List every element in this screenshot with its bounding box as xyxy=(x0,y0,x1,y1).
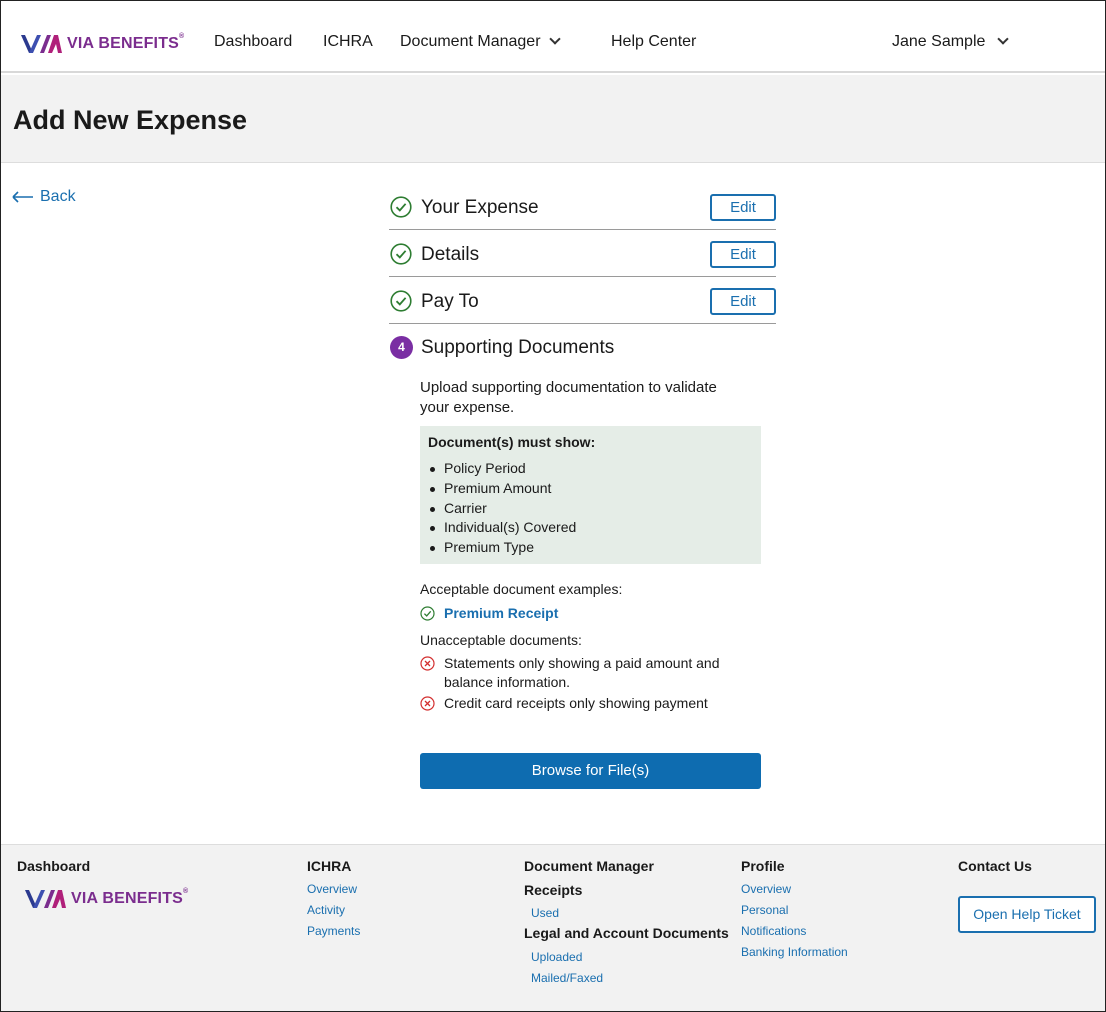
footer-col-document-manager: Document Manager Receipts Used Legal and… xyxy=(524,858,729,985)
page-frame: VIA BENEFITS® Dashboard ICHRA Document M… xyxy=(0,0,1106,1012)
requirement-item: Premium Type xyxy=(428,538,576,558)
footer-col-profile: Profile Overview Personal Notifications … xyxy=(741,858,848,959)
footer-link-overview[interactable]: Overview xyxy=(307,882,360,896)
step-pay-to: Pay To Edit xyxy=(389,277,776,324)
browse-files-button[interactable]: Browse for File(s) xyxy=(420,753,761,789)
step-number-badge: 4 xyxy=(390,336,413,359)
unacceptable-text: Credit card receipts only showing paymen… xyxy=(444,695,708,711)
nav-help-center[interactable]: Help Center xyxy=(611,33,696,51)
x-circle-icon xyxy=(420,696,435,711)
unacceptable-text: Statements only showing a paid amount an… xyxy=(444,655,720,690)
footer: Dashboard VIA BENEFITS® ICHRA Overview A… xyxy=(1,844,1105,1011)
step-your-expense: Your Expense Edit xyxy=(389,183,776,230)
via-logo-mark-icon xyxy=(21,35,62,53)
logo-text: VIA BENEFITS xyxy=(67,35,180,52)
footer-via-benefits-logo[interactable]: VIA BENEFITS® xyxy=(24,887,188,911)
back-link[interactable]: Back xyxy=(12,188,76,206)
footer-document-manager-heading: Document Manager xyxy=(524,858,654,874)
step-details: Details Edit xyxy=(389,230,776,277)
requirements-box: Document(s) must show: Policy Period Pre… xyxy=(420,426,761,564)
footer-link-mailed-faxed[interactable]: Mailed/Faxed xyxy=(531,971,729,985)
check-circle-icon xyxy=(390,196,412,218)
logo-text: VIA BENEFITS xyxy=(71,890,184,907)
check-circle-icon xyxy=(390,243,412,265)
footer-legal-heading: Legal and Account Documents xyxy=(524,925,729,941)
footer-profile-heading: Profile xyxy=(741,858,785,874)
footer-dashboard-heading[interactable]: Dashboard xyxy=(17,858,90,874)
acceptable-heading: Acceptable document examples: xyxy=(420,581,623,597)
user-menu[interactable]: Jane Sample xyxy=(892,33,1010,51)
step-label: Details xyxy=(421,244,480,265)
nav-document-manager[interactable]: Document Manager xyxy=(400,33,561,51)
arrow-left-icon xyxy=(12,191,33,203)
footer-contact-heading: Contact Us xyxy=(958,858,1032,874)
chevron-down-icon xyxy=(548,33,561,45)
requirement-item: Policy Period xyxy=(428,459,576,479)
edit-pay-to-button[interactable]: Edit xyxy=(710,288,776,315)
footer-col-dashboard: Dashboard xyxy=(17,858,90,874)
footer-link-uploaded[interactable]: Uploaded xyxy=(531,950,729,964)
check-circle-icon xyxy=(390,290,412,312)
requirement-item: Individual(s) Covered xyxy=(428,518,576,538)
unacceptable-item: Credit card receipts only showing paymen… xyxy=(420,694,708,713)
via-logo-mark-icon xyxy=(25,890,66,908)
unacceptable-item: Statements only showing a paid amount an… xyxy=(420,654,740,692)
unacceptable-heading: Unacceptable documents: xyxy=(420,632,582,648)
user-name: Jane Sample xyxy=(892,33,986,50)
nav-dashboard[interactable]: Dashboard xyxy=(214,33,292,51)
step-supporting-documents-label: Supporting Documents xyxy=(421,337,615,358)
chevron-down-icon xyxy=(997,33,1010,45)
footer-col-contact: Contact Us xyxy=(958,858,1032,874)
step-label: Your Expense xyxy=(421,197,539,218)
footer-col-ichra: ICHRA Overview Activity Payments xyxy=(307,858,360,938)
footer-link-payments[interactable]: Payments xyxy=(307,924,360,938)
edit-your-expense-button[interactable]: Edit xyxy=(710,194,776,221)
footer-link-activity[interactable]: Activity xyxy=(307,903,360,917)
requirement-item: Carrier xyxy=(428,499,576,519)
footer-link-banking[interactable]: Banking Information xyxy=(741,945,848,959)
x-circle-icon xyxy=(420,656,435,671)
via-benefits-logo[interactable]: VIA BENEFITS® xyxy=(20,32,184,56)
requirements-heading: Document(s) must show: xyxy=(428,434,596,450)
top-navigation: VIA BENEFITS® Dashboard ICHRA Document M… xyxy=(1,1,1105,73)
footer-receipts-heading: Receipts xyxy=(524,882,583,898)
requirements-list: Policy Period Premium Amount Carrier Ind… xyxy=(428,459,576,558)
page-title: Add New Expense xyxy=(13,105,248,135)
footer-link-profile-overview[interactable]: Overview xyxy=(741,882,848,896)
footer-link-used[interactable]: Used xyxy=(531,906,729,920)
edit-details-button[interactable]: Edit xyxy=(710,241,776,268)
open-help-ticket-button[interactable]: Open Help Ticket xyxy=(958,896,1096,933)
page-title-band: Add New Expense xyxy=(1,75,1105,163)
check-circle-icon xyxy=(420,606,435,621)
step-label: Pay To xyxy=(421,291,479,312)
acceptable-item: Premium Receipt xyxy=(420,604,558,623)
footer-link-notifications[interactable]: Notifications xyxy=(741,924,848,938)
nav-document-manager-label: Document Manager xyxy=(400,33,541,50)
nav-ichra[interactable]: ICHRA xyxy=(323,33,373,51)
upload-instructions: Upload supporting documentation to valid… xyxy=(420,379,717,416)
footer-ichra-heading: ICHRA xyxy=(307,858,352,874)
premium-receipt-link[interactable]: Premium Receipt xyxy=(444,604,558,623)
footer-link-personal[interactable]: Personal xyxy=(741,903,848,917)
back-label: Back xyxy=(40,188,76,205)
requirement-item: Premium Amount xyxy=(428,479,576,499)
